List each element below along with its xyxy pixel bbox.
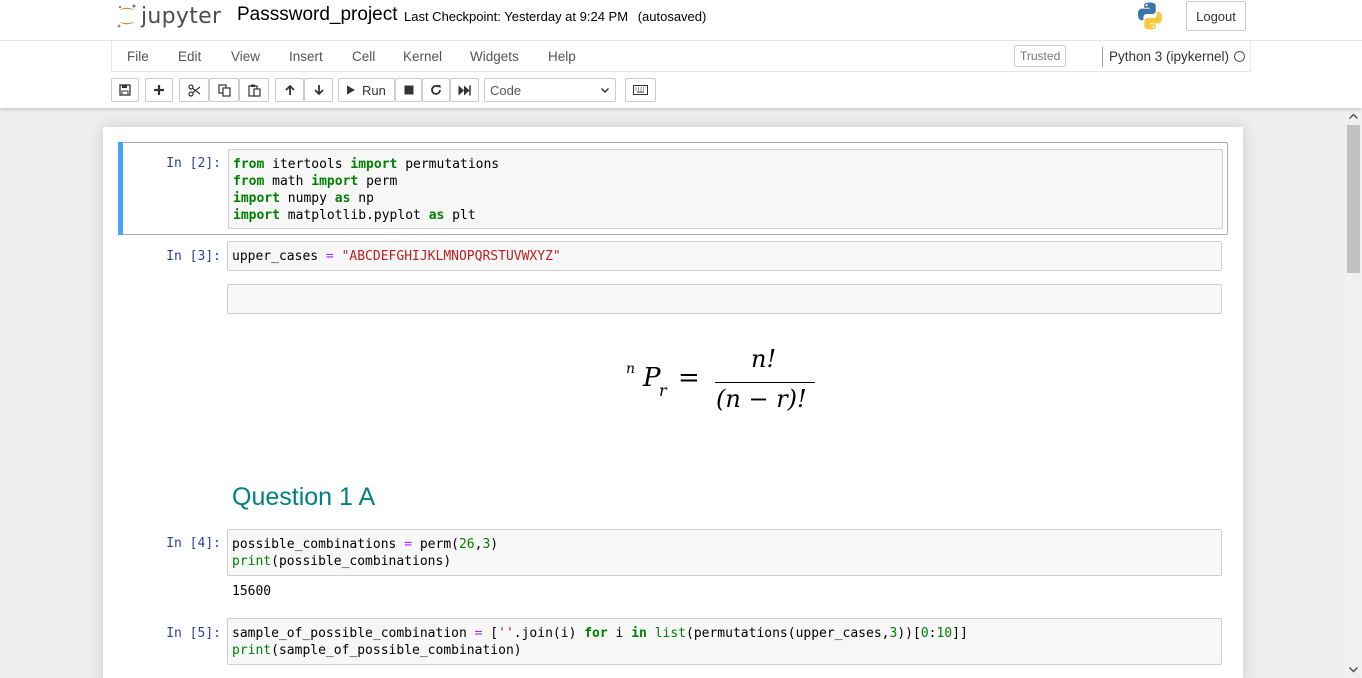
menu-cell[interactable]: Cell bbox=[352, 49, 375, 64]
save-icon bbox=[119, 84, 131, 96]
code-input[interactable]: possible_combinations = perm(26,3) print… bbox=[227, 529, 1222, 576]
checkpoint-status: Last Checkpoint: Yesterday at 9:24 PM (a… bbox=[404, 9, 706, 24]
scroll-down-icon[interactable] bbox=[1349, 665, 1358, 674]
copy-icon bbox=[217, 83, 231, 97]
scrollbar-thumb[interactable] bbox=[1347, 125, 1360, 273]
notebook-header: jupyter Passsword_project Last Checkpoin… bbox=[0, 0, 1362, 108]
jupyter-logo-icon bbox=[117, 4, 136, 28]
fraction-bar bbox=[715, 382, 815, 383]
code-cell[interactable]: In [2]: from itertools import permutatio… bbox=[118, 142, 1228, 235]
keyboard-icon bbox=[633, 85, 648, 95]
cell-output: 15600 bbox=[232, 584, 272, 599]
paste-icon bbox=[247, 84, 261, 97]
formula-n-superscript: n bbox=[626, 361, 636, 377]
restart-run-all-button[interactable] bbox=[450, 78, 479, 102]
arrow-down-icon bbox=[313, 85, 324, 96]
menu-widgets[interactable]: Widgets bbox=[470, 49, 519, 64]
page-scrollbar[interactable] bbox=[1345, 108, 1362, 678]
restart-button[interactable] bbox=[422, 78, 450, 102]
code-text: upper_cases = "ABCDEFGHIJKLMNOPQRSTUVWXY… bbox=[232, 249, 561, 264]
formula-denominator: (n − r)! bbox=[716, 385, 807, 413]
command-palette-button[interactable] bbox=[625, 78, 656, 102]
refresh-icon bbox=[431, 85, 441, 95]
kernel-divider bbox=[1102, 47, 1103, 67]
move-up-button[interactable] bbox=[275, 78, 304, 102]
formula-equals: = bbox=[678, 363, 700, 393]
kernel-name[interactable]: Python 3 (ipykernel) bbox=[1109, 49, 1229, 64]
formula-P: P bbox=[643, 363, 661, 393]
move-down-button[interactable] bbox=[304, 78, 333, 102]
jupyter-logo[interactable]: jupyter bbox=[115, 2, 221, 30]
arrow-up-icon bbox=[284, 84, 295, 95]
cell-prompt: In [3]: bbox=[166, 249, 221, 264]
run-label: Run bbox=[362, 82, 386, 98]
menu-help[interactable]: Help bbox=[548, 49, 576, 64]
menu-edit[interactable]: Edit bbox=[178, 49, 201, 64]
checkpoint-label: Last Checkpoint: bbox=[404, 9, 501, 24]
code-input[interactable]: sample_of_possible_combination = [''.joi… bbox=[227, 618, 1222, 665]
python-icon bbox=[1138, 2, 1162, 30]
menubar: File Edit View Insert Cell Kernel Widget… bbox=[111, 41, 1251, 72]
stop-icon bbox=[404, 85, 413, 95]
formula-numerator: n! bbox=[751, 345, 777, 373]
fast-forward-icon bbox=[458, 85, 471, 95]
cut-button[interactable] bbox=[179, 78, 209, 102]
interrupt-button[interactable] bbox=[395, 78, 422, 102]
cell-type-value: Code bbox=[490, 82, 522, 98]
save-button[interactable] bbox=[111, 78, 139, 102]
menu-insert[interactable]: Insert bbox=[289, 49, 323, 64]
paste-button[interactable] bbox=[239, 78, 269, 102]
empty-code-input[interactable] bbox=[227, 284, 1222, 314]
trusted-indicator[interactable]: Trusted bbox=[1014, 45, 1067, 67]
menu-file[interactable]: File bbox=[127, 49, 149, 64]
code-text: possible_combinations = perm(26,3) print… bbox=[232, 537, 499, 569]
code-input[interactable]: from itertools import permutations from … bbox=[228, 149, 1223, 229]
kernel-idle-icon bbox=[1234, 51, 1245, 62]
autosave-status: (autosaved) bbox=[637, 9, 707, 24]
cell-prompt: In [2]: bbox=[166, 156, 221, 171]
run-button[interactable]: Run bbox=[338, 78, 395, 102]
cell-prompt: In [4]: bbox=[166, 536, 221, 551]
copy-button[interactable] bbox=[209, 78, 239, 102]
cell-type-select[interactable]: Code bbox=[484, 78, 616, 102]
code-input[interactable]: upper_cases = "ABCDEFGHIJKLMNOPQRSTUVWXY… bbox=[227, 241, 1222, 271]
play-icon bbox=[347, 85, 355, 95]
scroll-up-icon[interactable] bbox=[1349, 112, 1358, 121]
chevron-down-icon bbox=[600, 87, 610, 94]
menu-kernel[interactable]: Kernel bbox=[403, 49, 442, 64]
insert-cell-button[interactable] bbox=[145, 78, 173, 102]
plus-icon bbox=[154, 85, 164, 95]
notebook-container: In [2]: from itertools import permutatio… bbox=[103, 127, 1243, 678]
logout-button[interactable]: Logout bbox=[1186, 1, 1246, 31]
logo-text: jupyter bbox=[141, 3, 222, 29]
scissors-icon bbox=[187, 83, 200, 97]
code-text: sample_of_possible_combination = [''.joi… bbox=[232, 626, 968, 658]
cell-prompt: In [5]: bbox=[166, 626, 221, 641]
notebook-name[interactable]: Passsword_project bbox=[237, 4, 398, 26]
menu-view[interactable]: View bbox=[231, 49, 260, 64]
code-text: from itertools import permutations from … bbox=[233, 157, 500, 223]
checkpoint-time: Yesterday at 9:24 PM bbox=[504, 9, 629, 24]
section-heading: Question 1 A bbox=[232, 483, 376, 511]
formula-r-subscript: r bbox=[659, 381, 667, 400]
